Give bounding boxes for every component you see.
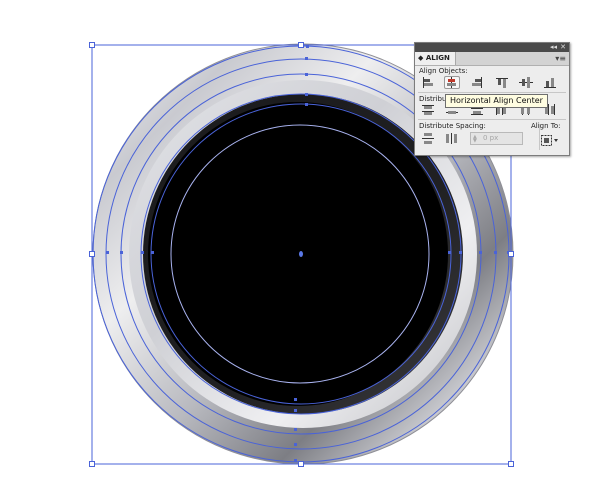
horizontal-distribute-space-button[interactable] xyxy=(444,132,460,145)
vertical-align-bottom-button[interactable] xyxy=(542,76,558,89)
align-to-selection-icon xyxy=(541,135,558,146)
panel-menu-icon[interactable]: ▾≡ xyxy=(555,53,566,64)
collapse-panel-icon[interactable]: ◂◂ xyxy=(550,43,557,52)
vertical-align-center-icon xyxy=(519,77,533,88)
vertical-distribute-space-icon xyxy=(422,133,434,144)
vertical-distribute-top-icon xyxy=(422,105,434,115)
panel-divider xyxy=(418,119,566,120)
vertical-align-center-button[interactable] xyxy=(518,76,534,89)
vertical-align-top-button[interactable] xyxy=(494,76,510,89)
vertical-align-top-icon xyxy=(496,78,508,88)
center-point[interactable] xyxy=(299,251,303,257)
horizontal-align-center-icon xyxy=(447,77,456,88)
align-to-dropdown[interactable] xyxy=(540,132,560,146)
tab-align[interactable]: ◆ ALIGN xyxy=(415,52,456,65)
align-objects-label: Align Objects: xyxy=(419,67,468,75)
tooltip: Horizontal Align Center xyxy=(445,94,548,108)
horizontal-align-right-button[interactable] xyxy=(469,76,485,89)
horizontal-align-left-button[interactable] xyxy=(420,76,436,89)
panel-tab-bar: ◆ ALIGN ▾≡ xyxy=(415,52,569,66)
vertical-align-bottom-icon xyxy=(544,78,556,88)
horizontal-distribute-space-icon xyxy=(446,133,457,144)
vertical-distribute-top-button[interactable] xyxy=(420,103,436,116)
spinner-arrows-icon[interactable]: ▲ ▼ xyxy=(473,135,478,144)
vertical-distribute-space-button[interactable] xyxy=(420,132,436,145)
panel-title-bar[interactable]: ◂◂ ✕ xyxy=(415,43,569,52)
horizontal-align-center-button[interactable] xyxy=(444,76,460,89)
panel-divider xyxy=(418,92,566,93)
spacing-value: 0 px xyxy=(483,134,499,142)
horizontal-align-left-icon xyxy=(423,77,433,88)
close-panel-icon[interactable]: ✕ xyxy=(560,43,566,52)
spacing-value-field[interactable]: ▲ ▼ 0 px xyxy=(470,132,523,145)
horizontal-align-right-icon xyxy=(472,77,482,88)
align-to-label: Align To: xyxy=(531,122,561,130)
distribute-spacing-label: Distribute Spacing: xyxy=(419,122,486,130)
